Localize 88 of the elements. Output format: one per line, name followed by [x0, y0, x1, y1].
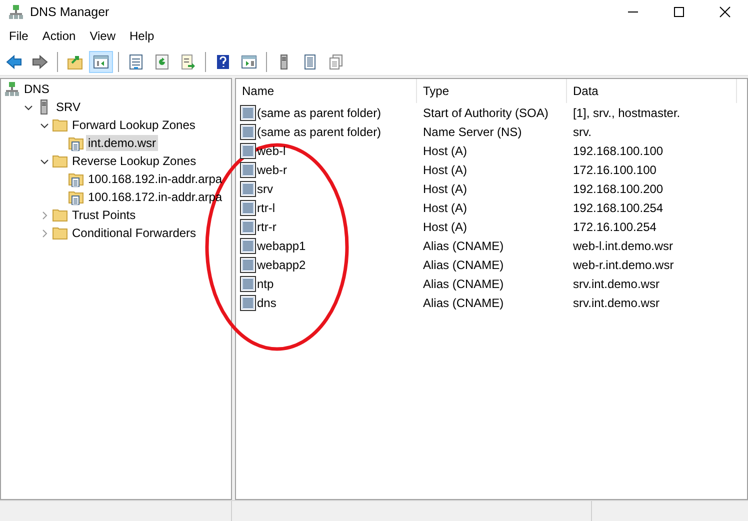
record-icon	[240, 142, 256, 158]
folder-up-icon	[67, 54, 83, 70]
zone-file-icon	[68, 189, 84, 205]
record-icon	[240, 238, 256, 254]
console-tree-button[interactable]	[89, 50, 113, 72]
table-cell[interactable]: dns	[257, 294, 276, 312]
table-cell-text: Alias (CNAME)	[422, 276, 505, 292]
tree-item[interactable]: Forward Lookup Zones	[70, 117, 198, 133]
table-cell-text: 192.168.100.200	[572, 180, 664, 196]
table-cell-text: Start of Authority (SOA)	[422, 104, 550, 120]
record-icon	[240, 256, 256, 272]
tree-item[interactable]: Reverse Lookup Zones	[70, 153, 198, 169]
table-cell[interactable]: web-r	[257, 160, 288, 178]
menu-item[interactable]: Action	[35, 25, 83, 47]
forward-arrow-icon	[32, 54, 48, 70]
collapsed-chevron-icon[interactable]	[40, 228, 48, 238]
table-cell-text: srv.int.demo.wsr	[572, 276, 660, 292]
column-header[interactable]: Data	[567, 79, 737, 103]
tree-item[interactable]: SRV	[54, 99, 82, 115]
folder-icon	[52, 117, 68, 133]
export-list-icon	[180, 54, 196, 70]
table-cell[interactable]: webapp2	[257, 256, 306, 274]
column-header[interactable]: Type	[417, 79, 567, 103]
table-cell-text: 172.16.100.100	[572, 162, 658, 178]
tree-item[interactable]: Trust Points	[70, 207, 138, 223]
table-cell-text: Host (A)	[422, 162, 468, 178]
table-cell-text: 192.168.100.100	[572, 142, 664, 158]
table-cell-text: Host (A)	[422, 218, 468, 234]
zone-file-icon	[68, 135, 84, 151]
expanded-chevron-icon[interactable]	[24, 102, 32, 112]
table-cell[interactable]: srv	[257, 180, 273, 198]
record-icon	[240, 180, 256, 196]
table-cell-text: web-l.int.demo.wsr	[572, 238, 674, 254]
console-tree-icon	[93, 54, 109, 70]
table-cell-text: [1], srv., hostmaster.	[572, 104, 682, 120]
network-icon	[8, 4, 24, 20]
maximize-icon	[672, 6, 686, 18]
table-cell-text: Name Server (NS)	[422, 124, 523, 140]
table-cell-text: Host (A)	[422, 142, 468, 158]
table-cell[interactable]: rtr-r	[257, 218, 276, 236]
action-pane-icon	[241, 54, 257, 70]
table-cell[interactable]: (same as parent folder)	[257, 122, 382, 140]
table-cell[interactable]: (same as parent folder)	[257, 104, 382, 122]
copy-icon	[328, 54, 344, 70]
menu-item[interactable]: Help	[122, 25, 162, 47]
table-cell-text: 192.168.100.254	[572, 200, 664, 216]
column-header[interactable]: Name	[236, 79, 417, 103]
table-cell[interactable]: ntp	[257, 274, 274, 292]
help-icon	[215, 54, 231, 70]
properties-icon	[128, 54, 144, 70]
table-cell-text: Alias (CNAME)	[422, 294, 505, 310]
refresh-icon	[154, 54, 170, 70]
record-icon	[240, 124, 256, 140]
table-cell-text: srv.	[572, 124, 592, 140]
folder-icon	[52, 207, 68, 223]
table-cell-text: Alias (CNAME)	[422, 256, 505, 272]
network-icon	[4, 81, 20, 97]
expanded-chevron-icon[interactable]	[40, 120, 48, 130]
window-title: DNS Manager	[30, 4, 110, 21]
expanded-chevron-icon[interactable]	[40, 156, 48, 166]
table-cell[interactable]: web-l	[257, 142, 286, 160]
tree-item[interactable]: 100.168.192.in-addr.arpa	[86, 171, 224, 187]
folder-icon	[52, 225, 68, 241]
list-icon	[302, 54, 318, 70]
table-cell-text: Alias (CNAME)	[422, 238, 505, 254]
table-cell-text: srv.int.demo.wsr	[572, 294, 660, 310]
table-cell-text: Host (A)	[422, 200, 468, 216]
table-cell-text: Host (A)	[422, 180, 468, 196]
menu-item[interactable]: View	[82, 25, 122, 47]
table-cell-text: 172.16.100.254	[572, 218, 658, 234]
tree-item[interactable]: Conditional Forwarders	[70, 225, 198, 241]
folder-icon	[52, 153, 68, 169]
back-arrow-icon	[6, 54, 22, 70]
table-cell[interactable]: rtr-l	[257, 198, 275, 216]
close-icon	[718, 6, 732, 18]
record-icon	[240, 276, 256, 292]
record-icon	[240, 294, 256, 310]
tree-item[interactable]: int.demo.wsr	[86, 135, 158, 151]
table-cell[interactable]: webapp1	[257, 236, 306, 254]
collapsed-chevron-icon[interactable]	[40, 210, 48, 220]
record-icon	[240, 162, 256, 178]
record-icon	[240, 104, 256, 120]
zone-file-icon	[68, 171, 84, 187]
record-icon	[240, 218, 256, 234]
record-icon	[240, 200, 256, 216]
menu-item[interactable]: File	[2, 25, 36, 47]
table-cell-text: web-r.int.demo.wsr	[572, 256, 675, 272]
tree-item[interactable]: DNS	[22, 81, 52, 97]
